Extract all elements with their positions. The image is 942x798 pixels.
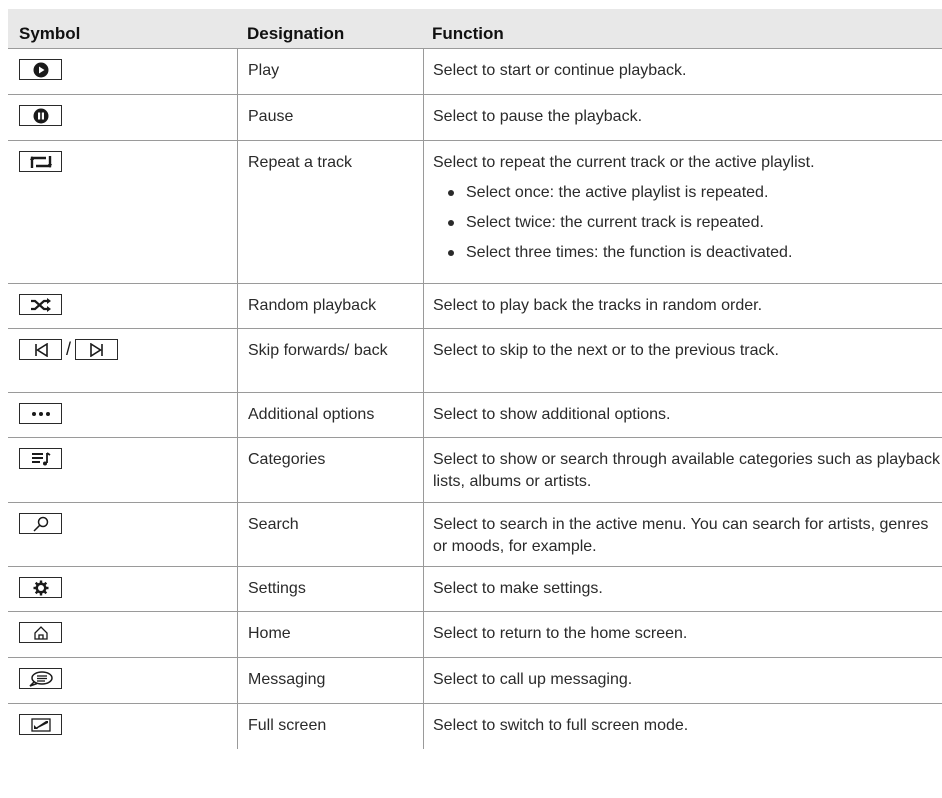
function-cell: Select to search in the active menu. You… <box>423 503 942 566</box>
designation-cell: Home <box>237 612 423 657</box>
more-options-icon <box>19 403 62 424</box>
symbol-table: Symbol Designation Function Play Select … <box>8 9 942 749</box>
table-row: / Skip forwards/ back Select to skip to … <box>8 329 942 393</box>
skip-back-icon <box>19 339 62 360</box>
settings-icon <box>19 577 62 598</box>
function-cell: Select to switch to full screen mode. <box>423 704 942 749</box>
list-item: Select once: the active playlist is repe… <box>448 182 942 204</box>
designation-cell: Skip forwards/ back <box>237 329 423 392</box>
search-icon <box>19 513 62 534</box>
table-row: Full screen Select to switch to full scr… <box>8 704 942 749</box>
home-icon <box>19 622 62 643</box>
designation-cell: Repeat a track <box>237 141 423 283</box>
header-function: Function <box>432 24 504 43</box>
list-item: Select three times: the function is deac… <box>448 242 942 264</box>
play-icon <box>19 59 62 80</box>
messaging-icon <box>19 668 62 689</box>
table-header: Symbol Designation Function <box>8 9 942 49</box>
function-cell: Select to play back the tracks in random… <box>423 284 942 328</box>
table-row: Additional options Select to show additi… <box>8 393 942 438</box>
table-row: Play Select to start or continue playbac… <box>8 49 942 95</box>
function-cell: Select to call up messaging. <box>423 658 942 703</box>
function-cell: Select to pause the playback. <box>423 95 942 140</box>
repeat-icon <box>19 151 62 172</box>
table-row: Search Select to search in the active me… <box>8 503 942 567</box>
designation-cell: Random playback <box>237 284 423 328</box>
pause-icon <box>19 105 62 126</box>
table-row: Messaging Select to call up messaging. <box>8 658 942 704</box>
shuffle-icon <box>19 294 62 315</box>
function-cell: Select to repeat the current track or th… <box>423 141 942 283</box>
skip-forward-icon <box>75 339 119 360</box>
designation-cell: Categories <box>237 438 423 502</box>
function-cell: Select to show additional options. <box>423 393 942 437</box>
table-row: Settings Select to make settings. <box>8 567 942 612</box>
function-text: Select to repeat the current track or th… <box>433 154 815 171</box>
function-cell: Select to make settings. <box>423 567 942 611</box>
designation-cell: Full screen <box>237 704 423 749</box>
table-row: Repeat a track Select to repeat the curr… <box>8 141 942 284</box>
header-symbol: Symbol <box>19 23 81 43</box>
separator-slash: / <box>66 339 72 359</box>
table-row: Home Select to return to the home screen… <box>8 612 942 658</box>
list-item: Select twice: the current track is repea… <box>448 212 942 234</box>
table-row: Categories Select to show or search thro… <box>8 438 942 503</box>
designation-cell: Additional options <box>237 393 423 437</box>
function-cell: Select to skip to the next or to the pre… <box>423 329 942 392</box>
function-cell: Select to show or search through availab… <box>423 438 942 502</box>
header-designation: Designation <box>247 24 345 43</box>
table-row: Pause Select to pause the playback. <box>8 95 942 141</box>
designation-cell: Settings <box>237 567 423 611</box>
designation-cell: Messaging <box>237 658 423 703</box>
function-cell: Select to return to the home screen. <box>423 612 942 657</box>
table-row: Random playback Select to play back the … <box>8 284 942 329</box>
full-screen-icon <box>19 714 62 735</box>
function-cell: Select to start or continue playback. <box>423 49 942 94</box>
bullet-list: Select once: the active playlist is repe… <box>433 182 942 264</box>
designation-cell: Pause <box>237 95 423 140</box>
designation-cell: Search <box>237 503 423 566</box>
designation-cell: Play <box>237 49 423 94</box>
categories-icon <box>19 448 62 469</box>
